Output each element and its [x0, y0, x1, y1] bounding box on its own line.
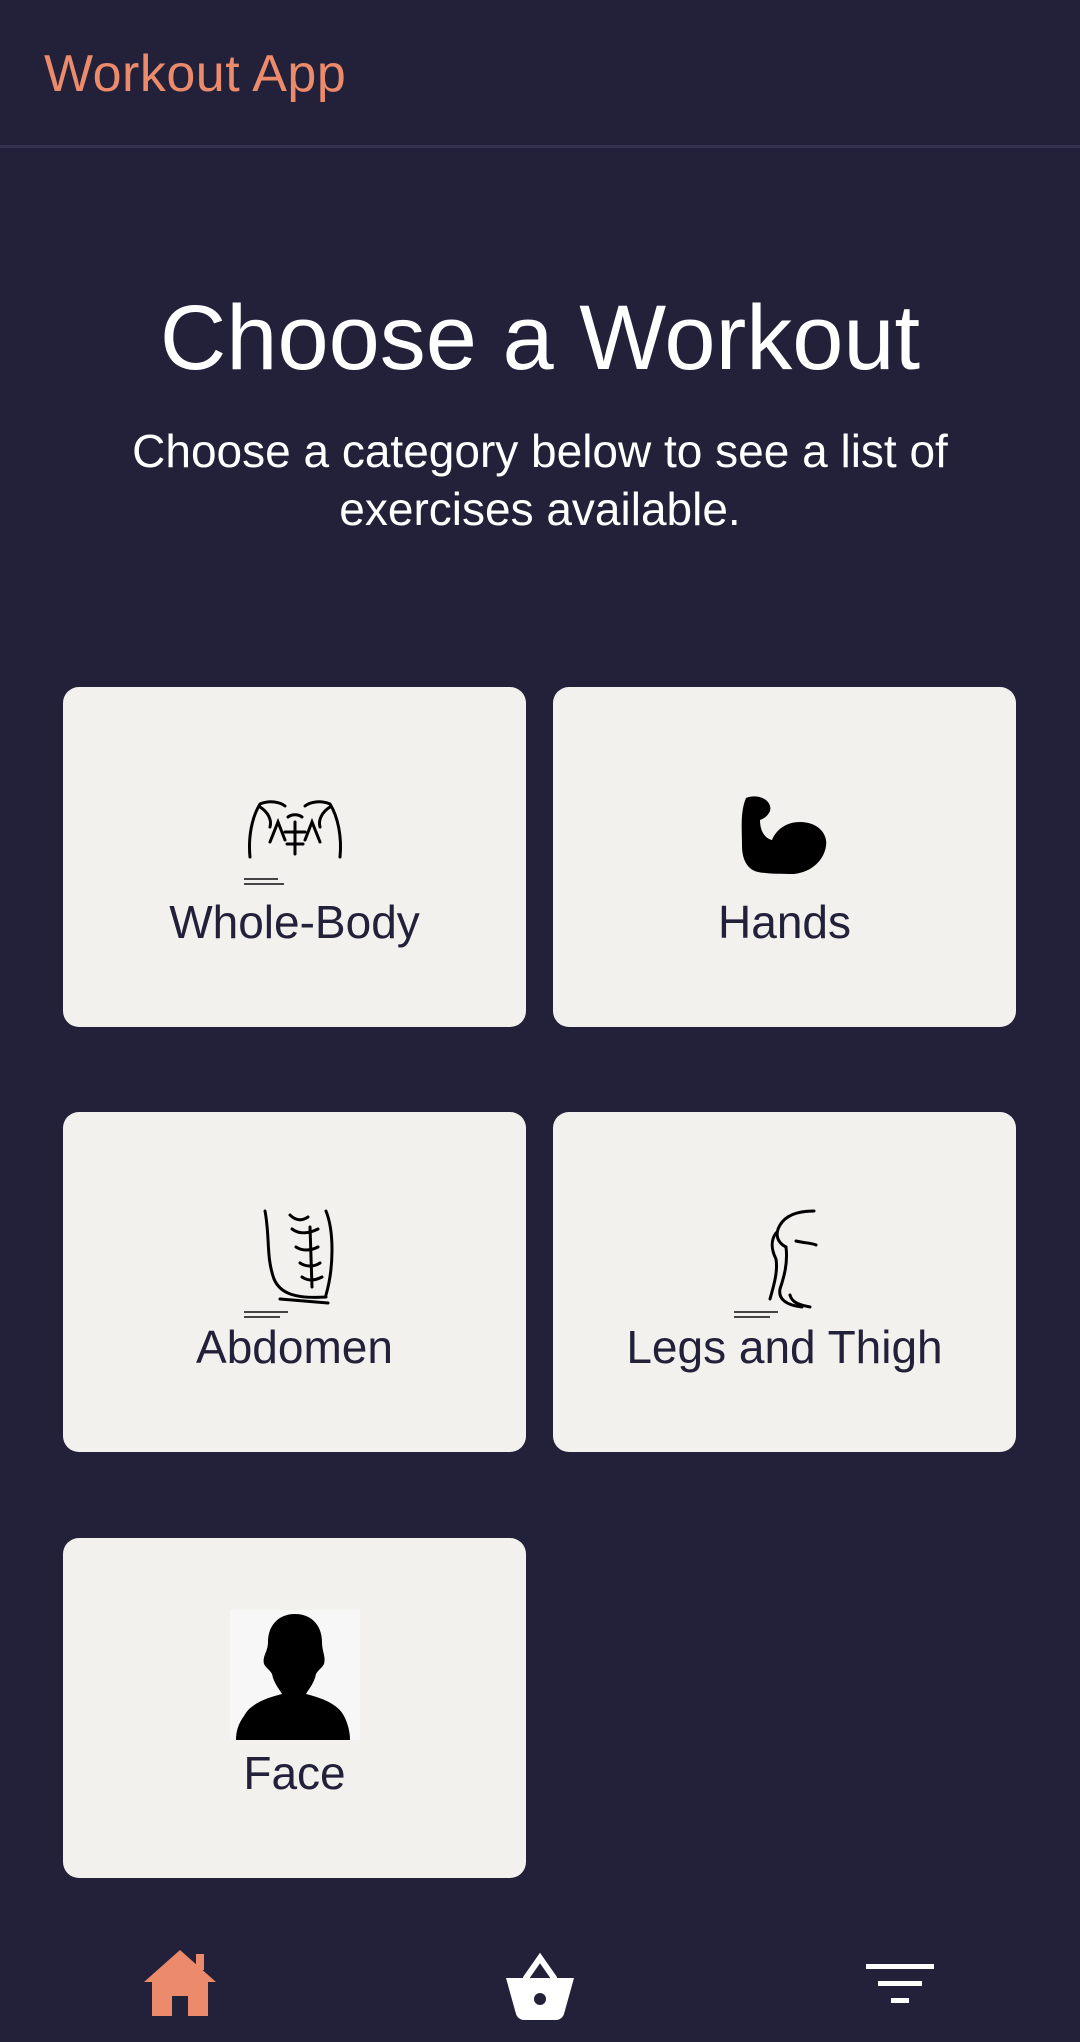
category-card-legs-and-thigh[interactable]: Legs and Thigh [553, 1112, 1016, 1452]
category-card-hands[interactable]: Hands [553, 687, 1016, 1027]
filter-icon [866, 1964, 934, 2003]
bottom-navigation [0, 1920, 1080, 2042]
category-card-face[interactable]: Face [63, 1538, 526, 1878]
page-title: Choose a Workout [159, 287, 921, 389]
abdomen-icon [243, 1209, 333, 1318]
nav-filter-button[interactable] [860, 1944, 940, 2024]
torso-icon [243, 800, 342, 885]
category-label: Hands [718, 896, 851, 948]
flexed-arm-icon [741, 796, 826, 874]
category-label: Whole-Body [169, 896, 420, 948]
category-card-whole-body[interactable]: Whole-Body [63, 687, 526, 1027]
nav-home-button[interactable] [140, 1944, 220, 2024]
basket-icon [506, 1952, 574, 2020]
nav-basket-button[interactable] [500, 1944, 580, 2024]
category-label: Abdomen [196, 1321, 393, 1373]
home-icon [144, 1950, 216, 2016]
leg-icon [733, 1209, 817, 1318]
category-label: Legs and Thigh [626, 1321, 943, 1373]
page-subtitle: Choose a category below to see a list of… [132, 425, 948, 535]
person-silhouette-icon [229, 1610, 360, 1740]
category-card-abdomen[interactable]: Abdomen [63, 1112, 526, 1452]
app-bar: Workout App [0, 0, 1080, 148]
category-label: Face [243, 1747, 346, 1799]
app-title: Workout App [44, 45, 347, 103]
